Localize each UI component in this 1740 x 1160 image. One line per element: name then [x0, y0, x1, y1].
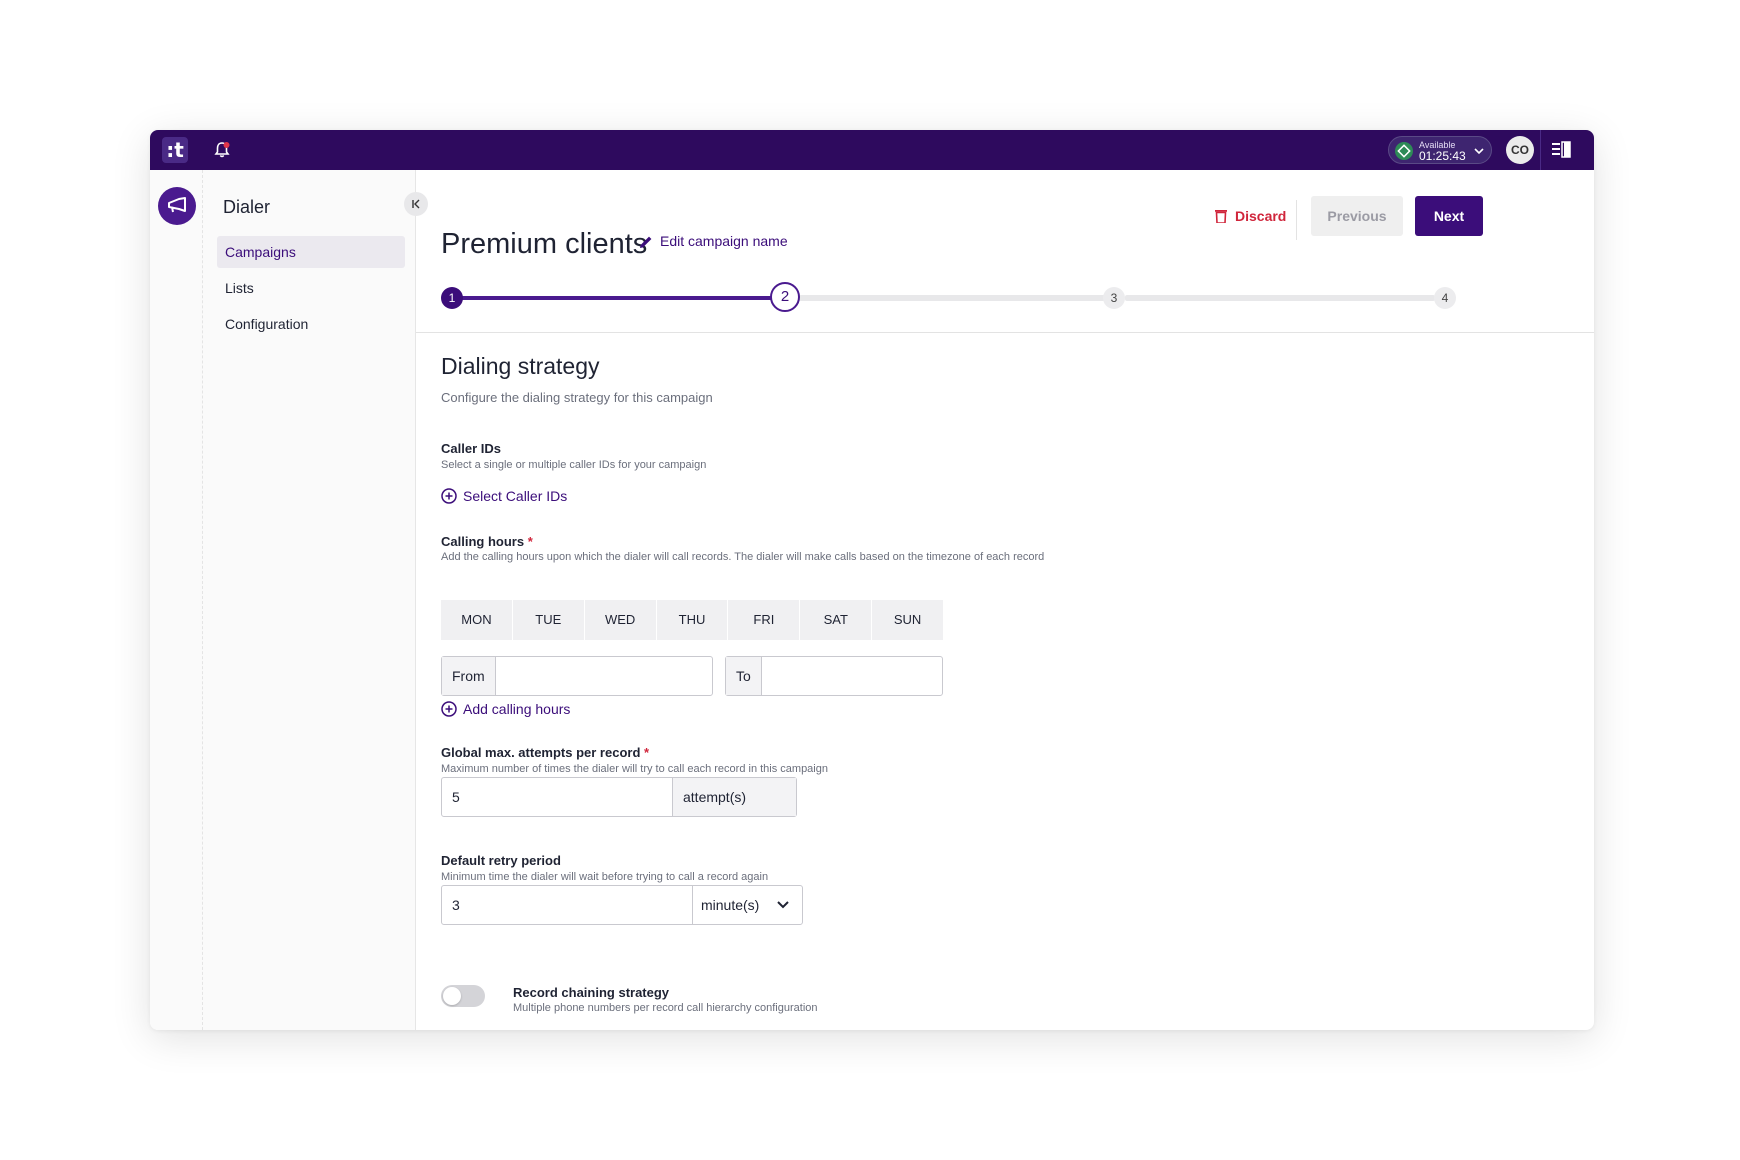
step-4[interactable]: 4 [1434, 287, 1456, 309]
to-time-input[interactable] [761, 657, 963, 695]
app-logo[interactable]: :t [162, 137, 188, 163]
retry-period-field: minute(s) [441, 885, 803, 925]
discard-button[interactable]: Discard [1215, 208, 1286, 230]
megaphone-icon [168, 197, 186, 213]
header-separator [416, 332, 1594, 333]
max-attempts-field: attempt(s) [441, 777, 797, 817]
from-time-input[interactable] [495, 657, 712, 695]
select-caller-ids-button[interactable]: Select Caller IDs [441, 488, 567, 508]
step-2-current[interactable]: 2 [770, 282, 800, 312]
day-thu[interactable]: THU [657, 600, 729, 640]
step-connector-done [461, 296, 773, 300]
section-title: Dialing strategy [441, 353, 600, 379]
agent-status-dropdown[interactable]: Available 01:25:43 [1388, 136, 1492, 164]
day-tue[interactable]: TUE [513, 600, 585, 640]
retry-unit-value: minute(s) [701, 897, 760, 913]
app-window: :t Available 01:25:43 CO Dialer Campaign… [150, 130, 1594, 1030]
toggle-knob [443, 987, 461, 1005]
to-addon: To [726, 657, 762, 695]
sidebar-title: Dialer [223, 197, 271, 217]
record-chaining-help: Multiple phone numbers per record call h… [513, 1002, 818, 1014]
sidebar: Dialer Campaigns Lists Configuration [203, 170, 416, 1030]
max-attempts-label-text: Global max. attempts per record [441, 745, 641, 760]
attempts-unit: attempt(s) [672, 778, 796, 816]
sidebar-item-configuration[interactable]: Configuration [217, 308, 405, 340]
trash-icon [1215, 210, 1227, 223]
top-bar: :t Available 01:25:43 CO [150, 130, 1594, 170]
user-avatar[interactable]: CO [1506, 136, 1534, 164]
status-diamond-icon [1395, 142, 1413, 160]
edit-campaign-name-label: Edit campaign name [660, 233, 788, 249]
main-content: Premium clients Edit campaign name Disca… [416, 170, 1594, 1030]
from-time-field: From [441, 656, 713, 696]
next-button[interactable]: Next [1415, 196, 1483, 236]
required-marker: * [527, 534, 533, 549]
add-calling-hours-label: Add calling hours [463, 701, 571, 717]
from-addon: From [442, 657, 496, 695]
caller-ids-help: Select a single or multiple caller IDs f… [441, 459, 707, 471]
progress-stepper: 1 2 3 4 [441, 278, 1561, 318]
sidebar-item-campaigns[interactable]: Campaigns [217, 236, 405, 268]
app-rail [150, 170, 203, 1030]
record-chaining-label: Record chaining strategy [513, 985, 670, 1000]
edit-campaign-name-link[interactable]: Edit campaign name [640, 233, 788, 249]
previous-button[interactable]: Previous [1311, 196, 1403, 236]
day-mon[interactable]: MON [441, 600, 513, 640]
topbar-divider [1540, 130, 1541, 170]
dialer-app-button[interactable] [158, 187, 196, 225]
discard-label: Discard [1235, 208, 1287, 224]
add-circle-icon [441, 488, 457, 504]
status-timer: 01:25:43 [1419, 149, 1466, 163]
section-subtitle: Configure the dialing strategy for this … [441, 390, 713, 405]
step-connector-todo [799, 295, 1105, 301]
retry-period-label: Default retry period [441, 853, 561, 868]
page-title: Premium clients [441, 228, 648, 260]
calling-hours-label: Calling hours * [441, 534, 533, 549]
max-attempts-input[interactable] [442, 778, 672, 816]
notifications-bell-icon[interactable] [212, 140, 232, 160]
retry-unit-select[interactable]: minute(s) [692, 886, 802, 924]
to-time-field: To [725, 656, 963, 696]
select-caller-ids-label: Select Caller IDs [463, 488, 568, 504]
pencil-icon [640, 236, 652, 248]
caller-ids-label: Caller IDs [441, 441, 501, 456]
day-sun[interactable]: SUN [872, 600, 943, 640]
retry-period-help: Minimum time the dialer will wait before… [441, 871, 769, 883]
step-3[interactable]: 3 [1103, 287, 1125, 309]
day-fri[interactable]: FRI [728, 600, 801, 640]
sidebar-item-lists[interactable]: Lists [217, 272, 405, 304]
calling-hours-help: Add the calling hours upon which the dia… [441, 551, 1045, 563]
header-divider [1296, 200, 1297, 240]
retry-period-input[interactable] [442, 886, 692, 924]
record-chaining-toggle[interactable] [441, 985, 485, 1007]
chevron-down-icon [777, 901, 789, 909]
weekday-selector: MON TUE WED THU FRI SAT SUN [441, 600, 943, 640]
required-marker: * [644, 745, 650, 760]
add-circle-icon [441, 701, 457, 717]
side-panel-toggle-icon[interactable] [1551, 141, 1571, 159]
calling-hours-label-text: Calling hours [441, 534, 525, 549]
day-wed[interactable]: WED [585, 600, 657, 640]
add-calling-hours-button[interactable]: Add calling hours [441, 701, 570, 721]
max-attempts-help: Maximum number of times the dialer will … [441, 763, 828, 775]
step-connector-todo [1125, 295, 1435, 301]
day-sat[interactable]: SAT [800, 600, 873, 640]
chevron-down-icon [1474, 148, 1484, 155]
step-1[interactable]: 1 [441, 287, 463, 309]
max-attempts-label: Global max. attempts per record * [441, 745, 649, 760]
